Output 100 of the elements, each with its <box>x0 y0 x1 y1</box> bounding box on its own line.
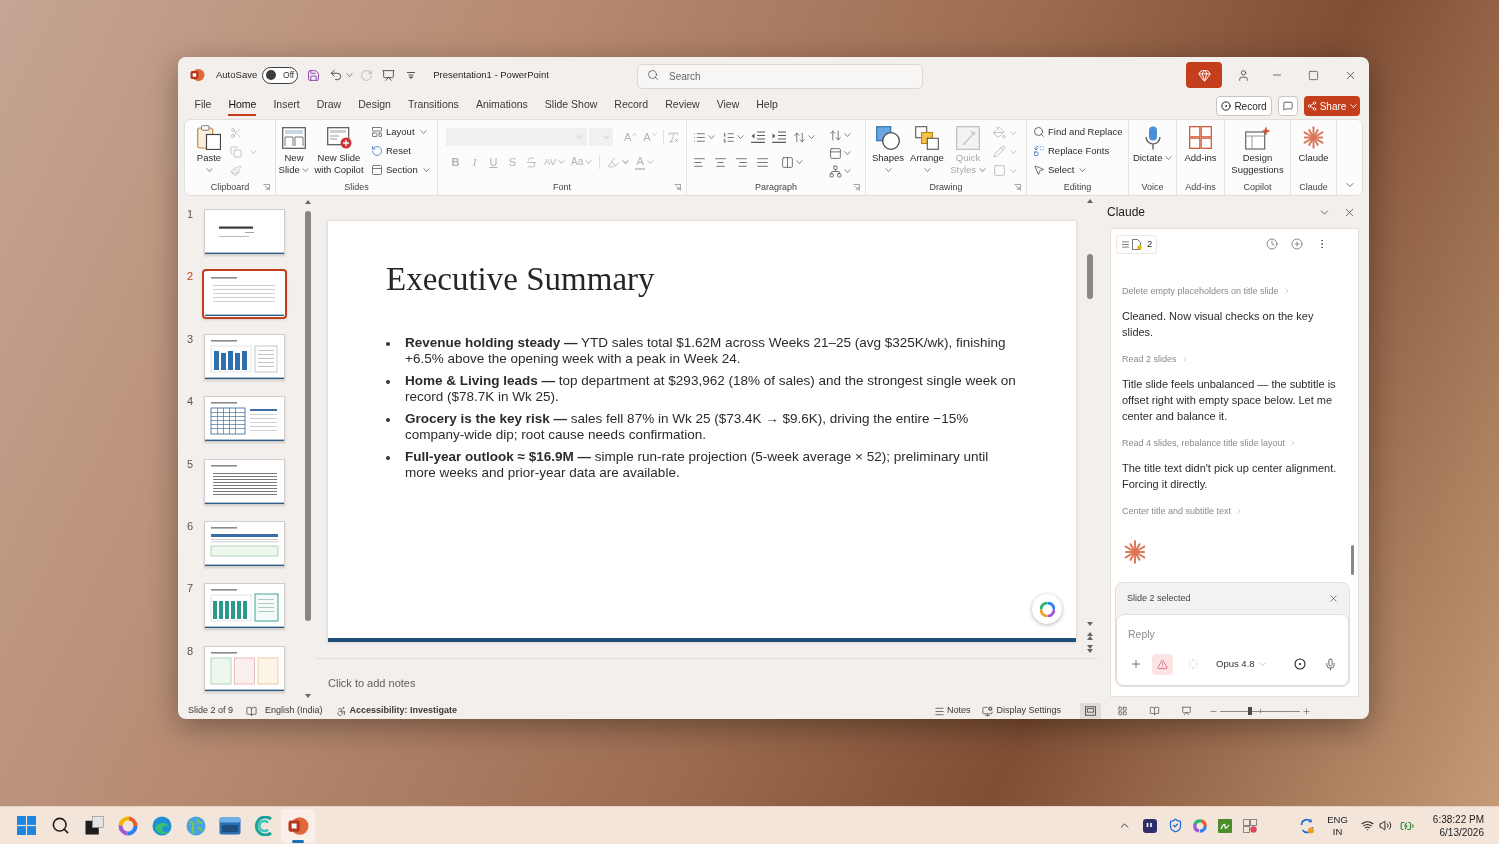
find-replace-button[interactable]: Find and Replace <box>1033 122 1123 142</box>
launcher-icon[interactable] <box>263 184 270 191</box>
justify-icon[interactable] <box>756 155 769 169</box>
arrow-up-icon[interactable] <box>305 200 311 204</box>
model-selector[interactable]: Opus 4.8 <box>1216 656 1267 672</box>
columns-icon[interactable] <box>781 155 794 169</box>
outdent-lines-icon[interactable] <box>751 131 765 143</box>
wifi-icon[interactable] <box>1360 819 1374 832</box>
network-icon[interactable] <box>829 164 842 178</box>
ribbon-tab[interactable]: Home <box>228 96 257 116</box>
microphone-icon[interactable] <box>1324 657 1337 671</box>
reply-field[interactable]: Reply <box>1128 625 1278 642</box>
panel-icon[interactable] <box>829 146 842 160</box>
replace-fonts-button[interactable]: Replace Fonts <box>1033 141 1123 161</box>
up-down-arrows-icon[interactable] <box>829 128 842 142</box>
view-button[interactable] <box>1080 703 1101 719</box>
premium-button[interactable] <box>1186 62 1222 88</box>
new-slide-copilot-button[interactable]: New Slide with Copilot <box>311 125 367 180</box>
speaker-icon[interactable] <box>1378 819 1392 832</box>
accessibility-icon[interactable] <box>335 705 347 717</box>
layout-button[interactable]: Layout <box>371 122 430 142</box>
ribbon-tab[interactable]: Slide Show <box>544 96 598 116</box>
ring-app-icon[interactable] <box>1193 818 1208 833</box>
slide-thumbnail[interactable] <box>202 269 287 320</box>
app-grid-icon[interactable] <box>1243 818 1258 833</box>
display-settings-button[interactable]: Display Settings <box>982 704 1061 718</box>
plus-circle-icon[interactable] <box>1291 238 1303 250</box>
ribbon-tab[interactable]: Animations <box>475 96 528 116</box>
zoom-slider-thumb[interactable] <box>1248 707 1253 715</box>
quote-app-icon[interactable] <box>1143 818 1158 833</box>
tool-step-link[interactable]: Center title and subtitle text <box>1122 504 1244 518</box>
double-arrow-down-icon[interactable] <box>1087 645 1093 653</box>
share-button[interactable]: Share <box>1304 96 1360 116</box>
launcher-icon[interactable] <box>1014 184 1021 191</box>
accessibility-status[interactable]: Accessibility: Investigate <box>349 704 458 718</box>
align-center-icon[interactable] <box>714 155 727 169</box>
new-slide-button[interactable]: New Slide <box>277 125 311 180</box>
warning-button[interactable] <box>1152 653 1173 675</box>
ribbon-tab[interactable]: Help <box>756 96 778 116</box>
tool-step-link[interactable]: Read 2 slides <box>1122 352 1189 366</box>
lines-caret-icon[interactable] <box>407 71 416 79</box>
bulleted-list-icon[interactable] <box>693 130 706 144</box>
book-icon[interactable] <box>246 705 258 717</box>
ribbon-tab[interactable]: Record <box>614 96 649 116</box>
save-icon[interactable] <box>307 68 321 82</box>
ribbon-tab[interactable]: Review <box>665 96 700 116</box>
clock-date[interactable]: 6/13/2026 <box>1439 825 1484 839</box>
tool-step-link[interactable]: Delete empty placeholders on title slide <box>1122 284 1291 298</box>
clock-icon[interactable] <box>1266 238 1278 250</box>
record-button[interactable]: Record <box>1216 96 1272 116</box>
ribbon-tab[interactable]: Insert <box>273 96 300 116</box>
scrollbar-thumb[interactable] <box>1087 254 1093 299</box>
section-button[interactable]: Section <box>371 160 430 180</box>
ribbon-tab[interactable]: Design <box>358 96 391 116</box>
reset-button[interactable]: Reset <box>371 141 430 161</box>
numbered-list-icon[interactable] <box>722 130 735 144</box>
ribbon-tab[interactable]: Transitions <box>407 96 459 116</box>
notes-button[interactable]: Notes <box>933 704 971 718</box>
notes-field[interactable]: Click to add notes <box>316 659 1098 703</box>
select-button[interactable]: Select <box>1033 160 1123 180</box>
plus-icon[interactable] <box>1302 706 1311 716</box>
ribbon-tab[interactable]: Draw <box>316 96 342 116</box>
input-language-indicator[interactable]: ENG IN <box>1327 813 1348 838</box>
ribbon-tab[interactable]: View <box>716 96 740 116</box>
indent-lines-icon[interactable] <box>772 131 786 143</box>
undo-arrow-icon[interactable] <box>329 68 344 82</box>
align-left-icon[interactable] <box>693 155 706 169</box>
arrow-down-icon[interactable] <box>305 694 311 698</box>
launcher-icon[interactable] <box>853 184 860 191</box>
align-right-icon[interactable] <box>735 155 748 169</box>
close-icon[interactable] <box>1328 593 1339 604</box>
signature-app-icon[interactable] <box>1218 818 1233 833</box>
language-label[interactable]: English (India) <box>265 704 323 718</box>
launcher-icon[interactable] <box>674 184 681 191</box>
plus-icon[interactable] <box>1130 658 1142 670</box>
projector-screen-icon[interactable] <box>382 68 396 82</box>
arrow-down-icon[interactable] <box>1087 622 1093 626</box>
shapes-button[interactable]: Shapes <box>871 125 905 180</box>
add-ins-button[interactable]: Add-ins <box>1179 125 1222 180</box>
shield-icon[interactable] <box>1168 818 1184 833</box>
ribbon-tab[interactable]: File <box>194 96 212 116</box>
arrange-button[interactable]: Arrange <box>907 125 947 180</box>
search-field[interactable]: Search <box>637 63 923 89</box>
comments-button[interactable] <box>1278 96 1298 116</box>
design-suggestions-button[interactable]: Design Suggestions <box>1226 125 1289 180</box>
up-down-arrows-icon[interactable] <box>793 130 806 144</box>
clock-time[interactable]: 6:38:22 PM <box>1432 812 1484 826</box>
claude-button[interactable]: Claude <box>1293 125 1334 180</box>
record-icon[interactable] <box>1294 658 1306 670</box>
scrollbar-thumb[interactable] <box>305 211 311 621</box>
context-button[interactable]: 2 <box>1116 234 1158 254</box>
dictate-button[interactable]: Dictate <box>1132 125 1173 180</box>
paste-button[interactable]: Paste <box>193 125 225 180</box>
arrow-up-icon[interactable] <box>1087 199 1093 203</box>
scrollbar-thumb[interactable] <box>1351 545 1354 575</box>
zoom-slider[interactable] <box>1220 706 1300 716</box>
sync-icon[interactable] <box>1299 817 1316 834</box>
tool-step-link[interactable]: Read 4 slides, rebalance title slide layout <box>1122 436 1298 450</box>
double-arrow-up-icon[interactable] <box>1087 632 1093 640</box>
autosave-toggle[interactable]: Off <box>262 66 299 84</box>
